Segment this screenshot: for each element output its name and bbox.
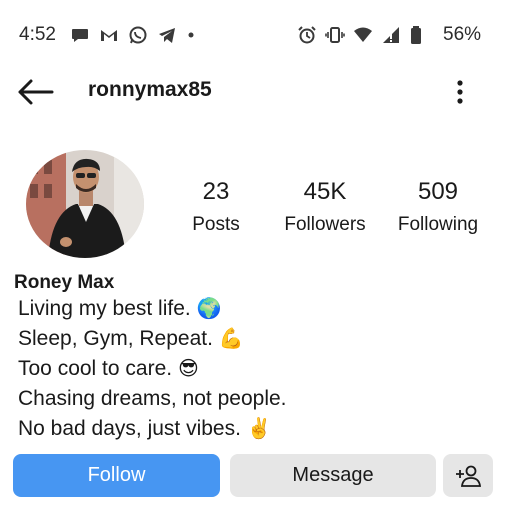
victory-hand-emoji-icon: ✌️ xyxy=(246,418,272,440)
flexed-biceps-emoji-icon: 💪 xyxy=(218,328,244,350)
bio-line: Living my best life. 🌍 xyxy=(18,294,287,324)
follow-button[interactable]: Follow xyxy=(13,454,220,497)
following-count: 509 xyxy=(417,178,459,205)
more-options-icon[interactable] xyxy=(449,76,471,108)
suggested-accounts-button[interactable] xyxy=(443,454,493,497)
bio-line-text: Chasing dreams, not people. xyxy=(18,387,287,410)
bio-line-text: Too cool to care. xyxy=(18,357,173,380)
bio-line-text: No bad days, just vibes. xyxy=(18,417,241,440)
status-bar: 4:52 56% xyxy=(0,18,515,52)
whatsapp-icon xyxy=(128,25,148,45)
battery-icon xyxy=(409,25,423,45)
profile-display-name: Roney Max xyxy=(14,272,115,293)
chat-bubble-icon xyxy=(70,25,90,45)
battery-percent: 56% xyxy=(443,24,482,45)
followers-count: 45K xyxy=(303,178,347,205)
alarm-icon xyxy=(297,25,317,45)
stat-posts[interactable]: 23 Posts xyxy=(178,178,254,237)
add-person-icon xyxy=(454,464,482,488)
followers-label: Followers xyxy=(284,214,366,235)
bio-line: No bad days, just vibes. ✌️ xyxy=(18,414,287,444)
telegram-icon xyxy=(157,25,177,45)
notification-dot-icon xyxy=(186,25,196,45)
stat-following[interactable]: 509 Following xyxy=(390,178,486,237)
sunglasses-emoji-icon: 😎 xyxy=(177,358,199,380)
globe-emoji-icon: 🌍 xyxy=(196,298,222,320)
back-arrow-icon[interactable] xyxy=(16,76,56,108)
bio-line: Sleep, Gym, Repeat. 💪 xyxy=(18,324,287,354)
posts-count: 23 xyxy=(202,178,230,205)
stat-followers[interactable]: 45K Followers xyxy=(277,178,373,237)
status-notification-icons xyxy=(70,25,196,45)
following-label: Following xyxy=(397,214,479,235)
profile-avatar[interactable] xyxy=(26,150,144,258)
vibrate-icon xyxy=(325,25,345,45)
bio-line: Too cool to care. 😎 xyxy=(18,354,287,384)
status-system-icons xyxy=(297,25,423,45)
wifi-icon xyxy=(353,25,373,45)
bio-line-text: Living my best life. xyxy=(18,297,191,320)
profile-username: ronnymax85 xyxy=(88,78,212,101)
message-button[interactable]: Message xyxy=(230,454,436,497)
status-time: 4:52 xyxy=(19,24,56,45)
profile-bio: Living my best life. 🌍 Sleep, Gym, Repea… xyxy=(18,294,287,444)
cellular-signal-icon xyxy=(381,25,401,45)
gmail-icon xyxy=(99,25,119,45)
bio-line: Chasing dreams, not people. xyxy=(18,384,287,414)
posts-label: Posts xyxy=(192,214,240,235)
bio-line-text: Sleep, Gym, Repeat. xyxy=(18,327,213,350)
